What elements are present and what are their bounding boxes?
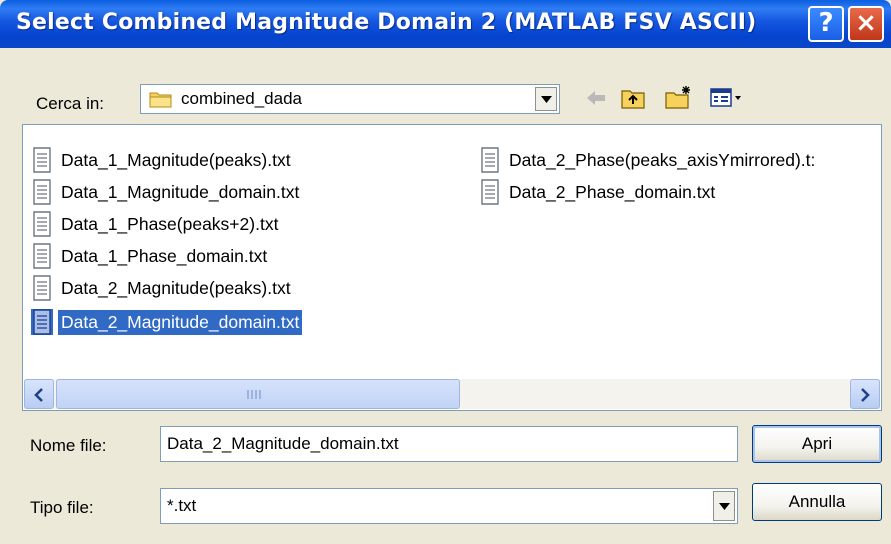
filetype-dropdown-button[interactable] <box>713 491 735 521</box>
file-item[interactable]: Data_2_Phase_domain.txt <box>479 177 718 207</box>
text-file-icon <box>481 179 499 205</box>
file-item[interactable]: Data_1_Phase(peaks+2).txt <box>31 209 281 239</box>
filename-label: Nome file: <box>30 436 107 455</box>
scroll-grip <box>247 390 263 399</box>
scroll-left-button[interactable] <box>24 379 54 409</box>
file-item[interactable]: Data_1_Magnitude(peaks).txt <box>31 145 294 175</box>
window-title: Select Combined Magnitude Domain 2 (MATL… <box>16 10 757 35</box>
chevron-down-icon <box>719 503 730 510</box>
lookin-folder-name: combined_dada <box>181 89 302 108</box>
file-name: Data_1_Phase(peaks+2).txt <box>61 213 279 234</box>
filename-value: Data_2_Magnitude_domain.txt <box>167 434 399 453</box>
file-name: Data_1_Magnitude_domain.txt <box>61 181 300 202</box>
text-file-icon <box>33 179 51 205</box>
horizontal-scrollbar[interactable] <box>24 379 880 409</box>
folder-icon <box>149 89 173 114</box>
lookin-combo[interactable]: combined_dada <box>140 84 560 114</box>
chevron-right-icon <box>861 388 870 402</box>
file-name: Data_1_Phase_domain.txt <box>61 245 268 266</box>
cancel-button[interactable]: Annulla <box>752 483 882 521</box>
scroll-right-button[interactable] <box>850 379 880 409</box>
lookin-label: Cerca in: <box>36 94 105 113</box>
file-item[interactable]: Data_1_Phase_domain.txt <box>31 241 270 271</box>
text-file-icon <box>31 309 53 335</box>
file-item-selected[interactable]: Data_2_Magnitude_domain.txt <box>31 307 303 337</box>
lookin-dropdown-button[interactable] <box>535 87 557 111</box>
file-name: Data_1_Magnitude(peaks).txt <box>61 149 291 170</box>
file-name: Data_2_Magnitude_domain.txt <box>58 309 303 335</box>
text-file-icon <box>33 211 51 237</box>
filename-input[interactable]: Data_2_Magnitude_domain.txt <box>160 426 738 462</box>
text-file-icon <box>33 243 51 269</box>
file-item[interactable]: Data_2_Phase(peaks_axisYmirrored).t: <box>479 145 818 175</box>
filetype-value: *.txt <box>167 496 197 515</box>
text-file-icon <box>33 147 51 173</box>
file-item[interactable]: Data_1_Magnitude_domain.txt <box>31 177 302 207</box>
new-folder-icon[interactable] <box>664 84 694 115</box>
chevron-left-icon <box>34 388 43 402</box>
file-list[interactable]: Data_1_Magnitude(peaks).txt Data_1_Magni… <box>22 124 882 411</box>
view-menu-icon[interactable] <box>710 88 744 113</box>
text-file-icon <box>33 275 51 301</box>
title-bar[interactable]: Select Combined Magnitude Domain 2 (MATL… <box>0 0 891 48</box>
close-button[interactable]: × <box>848 6 884 42</box>
filetype-combo[interactable]: *.txt <box>160 488 738 524</box>
chevron-down-icon <box>541 96 552 103</box>
open-button[interactable]: Apri <box>752 425 882 463</box>
filetype-label: Tipo file: <box>30 498 94 517</box>
up-one-level-icon[interactable] <box>620 86 646 115</box>
back-arrow-icon[interactable] <box>585 88 607 113</box>
file-item[interactable]: Data_2_Magnitude(peaks).txt <box>31 273 294 303</box>
file-name: Data_2_Magnitude(peaks).txt <box>61 277 291 298</box>
scroll-thumb[interactable] <box>56 379 460 409</box>
text-file-icon <box>481 147 499 173</box>
help-button[interactable]: ? <box>808 6 844 42</box>
file-name: Data_2_Phase(peaks_axisYmirrored).t: <box>509 149 816 170</box>
file-name: Data_2_Phase_domain.txt <box>509 181 716 202</box>
